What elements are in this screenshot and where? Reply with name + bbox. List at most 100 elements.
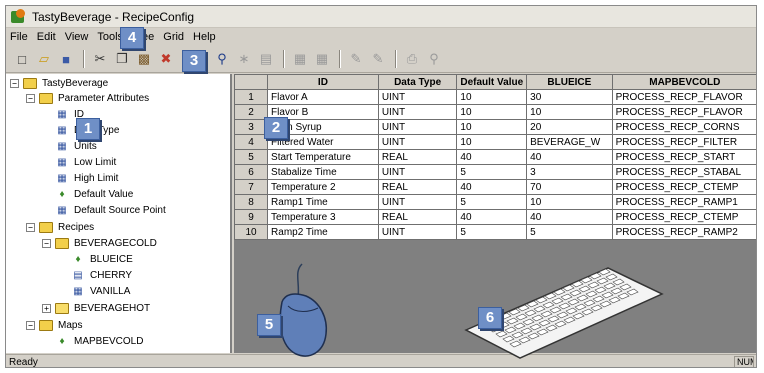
print-icon[interactable]: ⎙ — [402, 49, 422, 69]
grid-row-number[interactable]: 5 — [234, 149, 269, 165]
tree-node-attr-lowlimit[interactable]: ▦ Low Limit — [56, 155, 116, 170]
tree-node-beveragecold[interactable]: − BEVERAGECOLD — [42, 236, 157, 251]
grid-row-number[interactable]: 4 — [234, 134, 269, 150]
grid-header-mapbevcold[interactable]: MAPBEVCOLD — [611, 74, 756, 90]
grid-cell[interactable]: UINT — [377, 89, 458, 105]
grid-row[interactable]: 7 Temperature 2 REAL 40 70 PROCESS_RECP_CTEMP — [234, 179, 756, 195]
menu-view[interactable]: View — [65, 31, 89, 43]
preview-icon[interactable]: ⚲ — [424, 49, 444, 69]
grid-cell[interactable]: Temperature 3 — [267, 209, 379, 225]
tree-node-parameter-attributes[interactable]: − Parameter Attributes — [26, 91, 149, 106]
grid-cell[interactable]: 40 — [526, 209, 613, 225]
grid-cell[interactable]: PROCESS_RECP_FILTER — [611, 134, 756, 150]
tree-node-mapbevcold[interactable]: ♦ MAPBEVCOLD — [56, 334, 143, 349]
grid-header-blueice[interactable]: BLUEICE — [526, 74, 613, 90]
menu-help[interactable]: Help — [193, 31, 216, 43]
grid-cell[interactable]: PROCESS_RECP_FLAVOR — [611, 104, 756, 120]
grid-header-datatype[interactable]: Data Type — [377, 74, 458, 90]
grid-cell[interactable]: 3 — [526, 164, 613, 180]
grid-cell[interactable]: 40 — [456, 149, 528, 165]
grid-cell[interactable]: PROCESS_RECP_START — [611, 149, 756, 165]
grid-cell[interactable]: UINT — [377, 224, 458, 240]
grid-row[interactable]: 4 Filtered Water UINT 10 BEVERAGE_W PROCESS_R… — [234, 134, 756, 150]
menu-edit[interactable]: Edit — [37, 31, 56, 43]
grid-cell[interactable]: Ramp1 Time — [267, 194, 379, 210]
grid-cell[interactable]: Stabalize Time — [267, 164, 379, 180]
delete-icon[interactable]: ✖ — [156, 49, 176, 69]
grid-cell[interactable]: UINT — [377, 134, 458, 150]
grid-cell[interactable]: BEVERAGE_W — [526, 134, 613, 150]
grid-cell[interactable]: 40 — [526, 149, 613, 165]
open-icon[interactable]: ▱ — [34, 49, 54, 69]
wand-icon[interactable]: ∗ — [234, 49, 254, 69]
grid-cell[interactable]: REAL — [377, 209, 458, 225]
grid-cell[interactable]: 20 — [526, 119, 613, 135]
grid-row[interactable]: 9 Temperature 3 REAL 40 40 PROCESS_RECP_CTEMP — [234, 209, 756, 225]
grid-row[interactable]: 6 Stabalize Time UINT 5 3 PROCESS_RECP_STABAL — [234, 164, 756, 180]
grid-cell[interactable]: PROCESS_RECP_CORNS — [611, 119, 756, 135]
grid-row-number[interactable]: 1 — [234, 89, 269, 105]
grid-corner[interactable] — [234, 74, 269, 90]
grid-cell[interactable]: PROCESS_RECP_RAMP1 — [611, 194, 756, 210]
grid-cell[interactable]: 10 — [456, 104, 528, 120]
grid-row-number[interactable]: 10 — [234, 224, 269, 240]
grid-cell[interactable]: Flavor A — [267, 89, 379, 105]
tree-node-attr-defaultsource[interactable]: ▦ Default Source Point — [56, 203, 165, 218]
grid-cell[interactable]: PROCESS_RECP_CTEMP — [611, 209, 756, 225]
tree-node-cherry[interactable]: ▤ CHERRY — [72, 268, 132, 283]
grid-header-id[interactable]: ID — [267, 74, 379, 90]
clipboard-icon[interactable]: ▤ — [256, 49, 276, 69]
new-icon[interactable]: □ — [12, 49, 32, 69]
expand-icon[interactable]: + — [42, 304, 51, 313]
save-icon[interactable]: ■ — [56, 49, 76, 69]
grid-cell[interactable]: PROCESS_RECP_RAMP2 — [611, 224, 756, 240]
grid-cell[interactable]: 10 — [456, 119, 528, 135]
grid-row[interactable]: 8 Ramp1 Time UINT 5 10 PROCESS_RECP_RAMP1 — [234, 194, 756, 210]
grid-cell[interactable]: 70 — [526, 179, 613, 195]
grid-row-number[interactable]: 9 — [234, 209, 269, 225]
grid-row-number[interactable]: 2 — [234, 104, 269, 120]
insert-col-icon[interactable]: ▦ — [312, 49, 332, 69]
tree-node-attr-defaultvalue[interactable]: ♦ Default Value — [56, 187, 133, 202]
grid-cell[interactable]: 10 — [456, 134, 528, 150]
grid-row[interactable]: 3 Corn Syrup UINT 10 20 PROCESS_RECP_CORNS — [234, 119, 756, 135]
grid-cell[interactable]: Temperature 2 — [267, 179, 379, 195]
grid-cell[interactable]: 5 — [456, 194, 528, 210]
collapse-icon[interactable]: − — [10, 79, 19, 88]
tree-node-attr-highlimit[interactable]: ▦ High Limit — [56, 171, 118, 186]
grid-cell[interactable]: REAL — [377, 179, 458, 195]
copy-icon[interactable]: ❐ — [112, 49, 132, 69]
find-icon[interactable]: ⚲ — [212, 49, 232, 69]
grid-row[interactable]: 1 Flavor A UINT 10 30 PROCESS_RECP_FLAVOR — [234, 89, 756, 105]
tree-node-recipes[interactable]: − Recipes — [26, 220, 94, 235]
grid-row-number[interactable]: 3 — [234, 119, 269, 135]
grid-cell[interactable]: Start Temperature — [267, 149, 379, 165]
grid-row-number[interactable]: 6 — [234, 164, 269, 180]
grid-row[interactable]: 10 Ramp2 Time UINT 5 5 PROCESS_RECP_RAMP2 — [234, 224, 756, 240]
tree-node-blueice[interactable]: ♦ BLUEICE — [72, 252, 132, 267]
grid-header-default[interactable]: Default Value — [456, 74, 528, 90]
grid-cell[interactable]: REAL — [377, 149, 458, 165]
grid-cell[interactable]: UINT — [377, 194, 458, 210]
grid-cell[interactable]: 30 — [526, 89, 613, 105]
grid-cell[interactable]: 10 — [456, 89, 528, 105]
grid-cell[interactable]: 10 — [526, 194, 613, 210]
tree-node-beveragehot[interactable]: + BEVERAGEHOT — [42, 301, 150, 316]
grid-cell[interactable]: 5 — [526, 224, 613, 240]
insert-row-icon[interactable]: ▦ — [290, 49, 310, 69]
edit-node-icon[interactable]: ✎ — [368, 49, 388, 69]
add-node-icon[interactable]: ✎ — [346, 49, 366, 69]
grid-cell[interactable]: PROCESS_RECP_CTEMP — [611, 179, 756, 195]
cut-icon[interactable]: ✂ — [90, 49, 110, 69]
grid-cell[interactable]: 5 — [456, 164, 528, 180]
grid-cell[interactable]: UINT — [377, 104, 458, 120]
grid-cell[interactable]: PROCESS_RECP_FLAVOR — [611, 89, 756, 105]
grid-cell[interactable]: 5 — [456, 224, 528, 240]
grid-row[interactable]: 2 Flavor B UINT 10 10 PROCESS_RECP_FLAVOR — [234, 104, 756, 120]
collapse-icon[interactable]: − — [26, 321, 35, 330]
grid-row-number[interactable]: 8 — [234, 194, 269, 210]
collapse-icon[interactable]: − — [26, 223, 35, 232]
grid-cell[interactable]: 40 — [456, 179, 528, 195]
grid-cell[interactable]: PROCESS_RECP_STABAL — [611, 164, 756, 180]
tree-node-maps[interactable]: − Maps — [26, 318, 82, 333]
